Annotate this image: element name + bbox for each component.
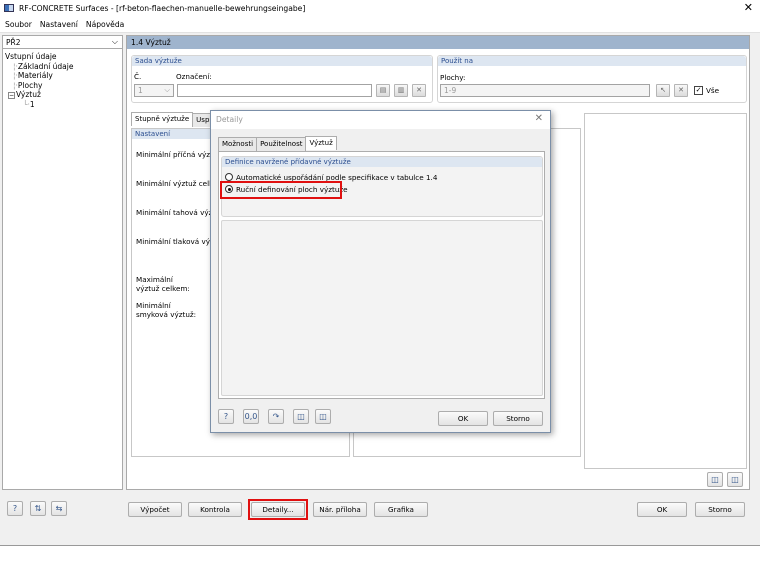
application-window: RF-CONCRETE Surfaces - [rf-beton-flaeche… [0,0,760,546]
all-checkbox[interactable]: ✓ [694,86,703,95]
tree-item-basic[interactable]: ¦·Základní údaje [5,62,120,72]
set-name-input[interactable] [177,84,372,97]
menu-file[interactable]: Soubor [5,20,32,29]
import-icon[interactable]: ◫ [293,409,309,424]
details-dialog: Detaily ✕ Možnosti Použitelnost Výztuž D… [210,110,551,433]
dialog-title: Detaily [216,115,243,124]
surfaces-input[interactable]: 1-9 [440,84,650,97]
dialog-title-bar: Detaily ✕ [211,111,550,129]
reset-icon[interactable]: ↷ [268,409,284,424]
help-icon[interactable]: ? [218,409,234,424]
tab-reinforcement[interactable]: Výztuž [305,136,337,150]
check-button[interactable]: Kontrola [188,502,242,517]
load-case-value: PŘ2 [6,38,21,47]
menu-bar: Soubor Nastavení Nápověda [0,16,760,33]
copy-icon[interactable]: ▥ [394,84,408,97]
chevron-down-icon[interactable]: ⌵ [164,85,170,95]
number-label: Č. [134,72,142,81]
max-total-label-2: výztuž celkem: [136,284,190,293]
print-icon[interactable]: ◫ [727,472,743,487]
tree-item-input[interactable]: Vstupní údaje [5,52,120,62]
auto-radio[interactable] [225,173,233,181]
menu-settings[interactable]: Nastavení [40,20,78,29]
min-shear-label-2: smyková výztuž: [136,310,197,319]
export-icon[interactable]: ⇆ [51,501,67,516]
tree-item-reinforcement-1[interactable]: └·1 [5,100,120,110]
units-icon[interactable]: ⇅ [30,501,46,516]
details-highlight [248,499,308,520]
help-icon[interactable]: ? [7,501,23,516]
minus-icon[interactable]: − [8,92,15,99]
graphic-panel [584,113,747,469]
graphics-button[interactable]: Grafika [374,502,428,517]
definition-group-title: Definice navržené přídavné výztuže [222,157,542,167]
dialog-cancel-button[interactable]: Storno [493,411,543,426]
surfaces-value: 1-9 [444,86,457,95]
title-bar: RF-CONCRETE Surfaces - [rf-beton-flaeche… [0,0,760,16]
tree-item-reinforcement[interactable]: − Výztuž [5,90,120,100]
set-number-value: 1 [138,86,143,95]
tab-options[interactable]: Možnosti [218,137,258,151]
reinforcement-set-title: Sada výztuže [132,56,432,66]
info-icon[interactable]: ◫ [707,472,723,487]
navigator-tree: Vstupní údaje ¦·Základní údaje ¦·Materiá… [3,49,122,112]
edit-icon[interactable]: ▤ [376,84,390,97]
max-total-label-1: Maximální [136,275,173,284]
dialog-tabs: Možnosti Použitelnost Výztuž [218,136,337,151]
tab-applicability[interactable]: Použitelnost [256,137,307,151]
name-label: Označení: [176,72,212,81]
table-header: 1.4 Výztuž [127,36,749,49]
ok-button[interactable]: OK [637,502,687,517]
set-number-select[interactable]: 1 ⌵ [134,84,174,97]
navigator-panel: PŘ2 ⌵ Vstupní údaje ¦·Základní údaje ¦·M… [2,35,123,490]
load-case-select[interactable]: PŘ2 ⌵ [3,36,122,49]
tree-item-surfaces[interactable]: ¦·Plochy [5,81,120,91]
tree-item-materials[interactable]: ¦·Materiály [5,71,120,81]
select-surfaces-icon[interactable]: ↖ [656,84,670,97]
apply-to-title: Použít na [438,56,746,66]
min-shear-label-1: Minimální [136,301,171,310]
tab-stages[interactable]: Stupně výztuže [131,112,194,126]
surfaces-label: Plochy: [440,73,466,82]
national-annex-button[interactable]: Nár. příloha [313,502,367,517]
menu-help[interactable]: Nápověda [86,20,124,29]
save-icon[interactable]: ◫ [315,409,331,424]
empty-area [221,220,543,396]
close-icon[interactable]: ✕ [744,1,753,14]
delete-icon[interactable]: ✕ [412,84,426,97]
apply-to-group: Použít na Plochy: 1-9 ↖ ✕ ✓ Vše [437,55,747,103]
all-label: Vše [706,86,720,95]
chevron-down-icon[interactable]: ⌵ [112,37,118,47]
dialog-ok-button[interactable]: OK [438,411,488,426]
dialog-tab-content: Definice navržené přídavné výztuže Autom… [218,151,545,399]
decimal-icon[interactable]: 0,0 [243,409,259,424]
manual-highlight [220,181,342,199]
window-title: RF-CONCRETE Surfaces - [rf-beton-flaeche… [19,3,306,13]
clear-icon[interactable]: ✕ [674,84,688,97]
min-transverse-label: Minimální příčná výztuž [136,150,222,159]
reinforcement-set-group: Sada výztuže Č. Označení: 1 ⌵ ▤ ▥ ✕ [131,55,433,103]
close-icon[interactable]: ✕ [535,113,543,124]
app-icon [4,4,14,12]
calculate-button[interactable]: Výpočet [128,502,182,517]
settings-tabs: Stupně výztuže Usp [131,112,214,127]
cancel-button[interactable]: Storno [695,502,745,517]
